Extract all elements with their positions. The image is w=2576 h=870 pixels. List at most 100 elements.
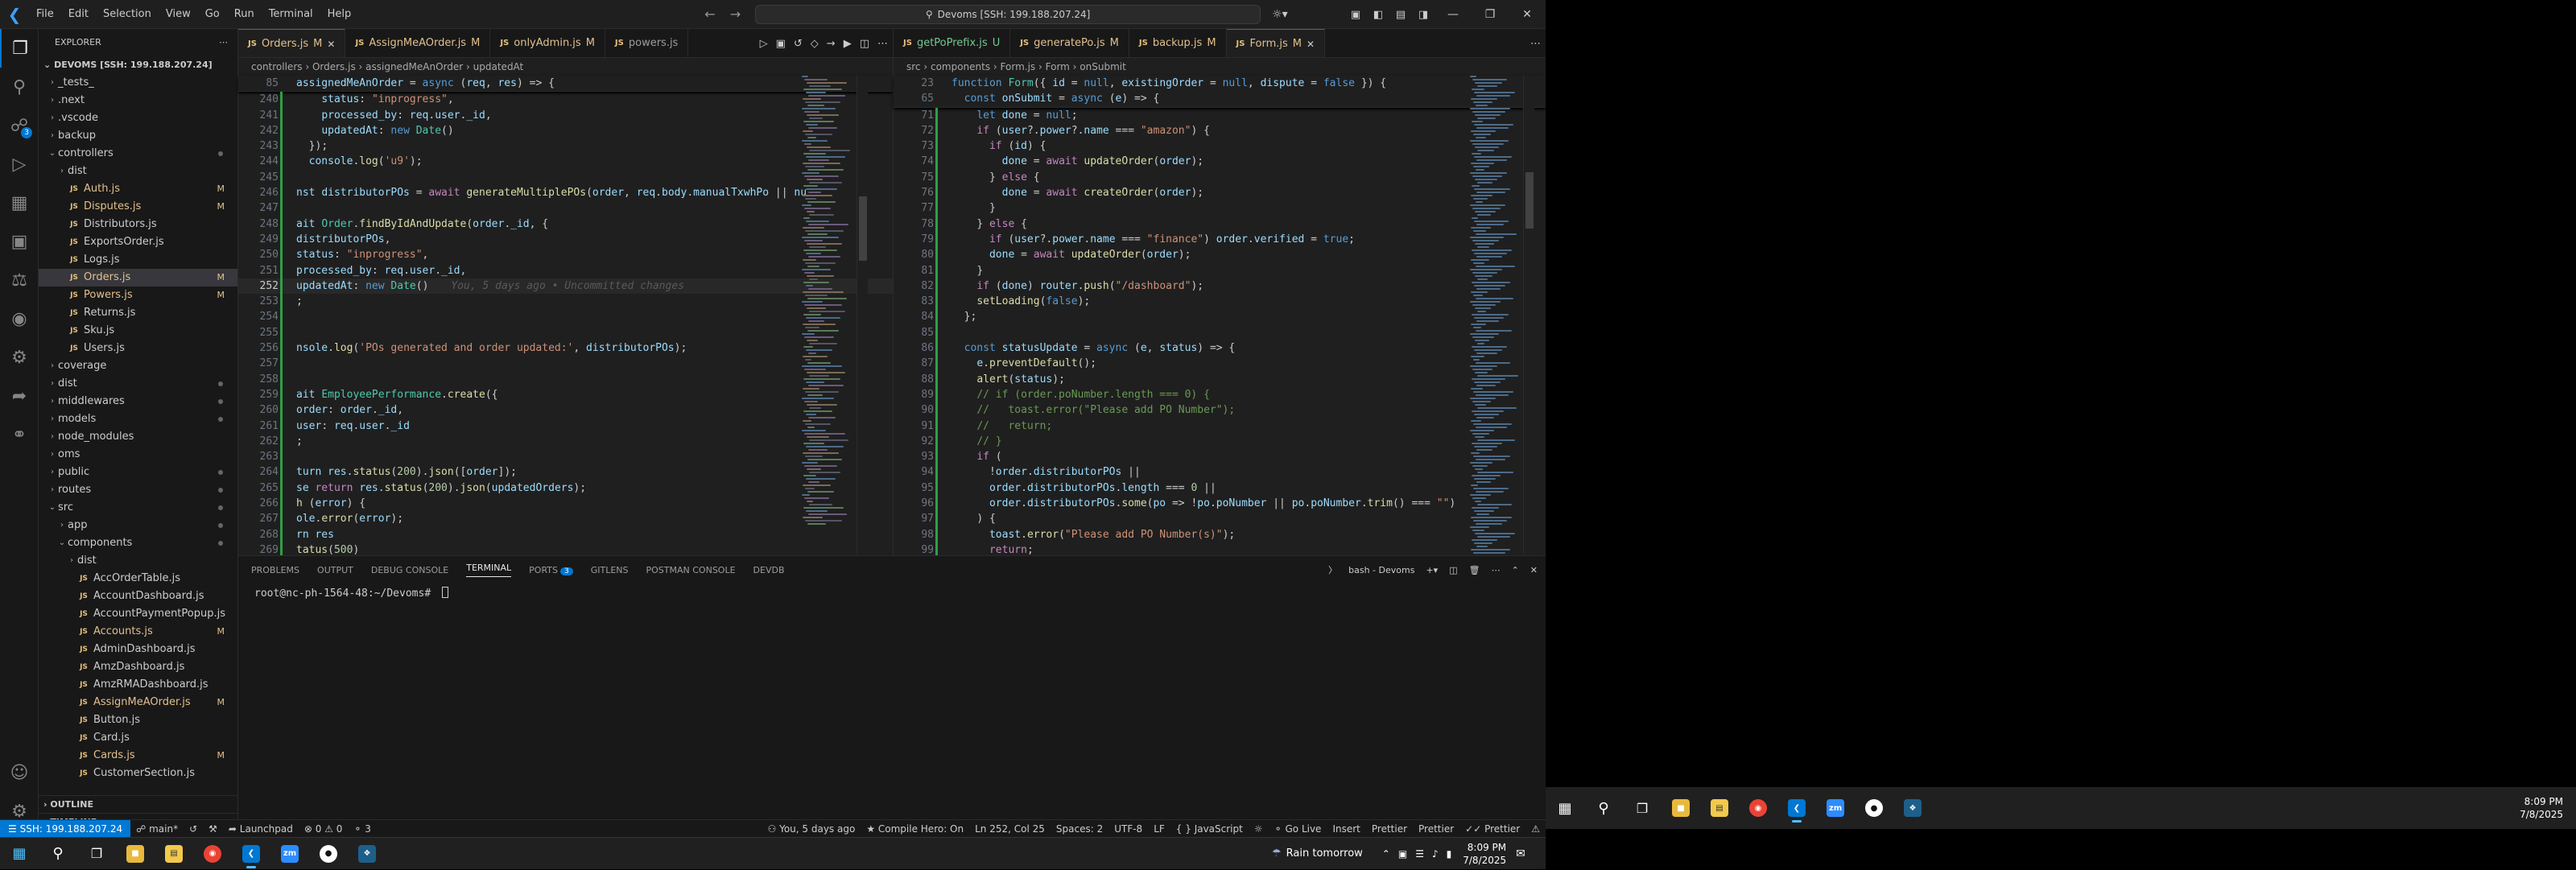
- menu-run[interactable]: Run: [227, 0, 262, 29]
- code-line[interactable]: 97 ) {: [894, 511, 1546, 527]
- close-window-icon[interactable]: ✕: [1509, 8, 1546, 21]
- code-line[interactable]: 87 e.preventDefault();: [894, 356, 1546, 372]
- kill-terminal-icon[interactable]: 🗑: [1469, 565, 1480, 575]
- prettier-1[interactable]: Prettier: [1366, 823, 1413, 835]
- panel-tab-devdb[interactable]: DEVDB: [753, 565, 785, 575]
- notification-center-icon[interactable]: ✉: [1516, 847, 1525, 860]
- editor-tab[interactable]: JS onlyAdmin.js M: [490, 29, 605, 57]
- tree-folder[interactable]: › oms: [39, 446, 237, 464]
- tree-file[interactable]: JS Disputes.js M: [39, 198, 237, 216]
- task-view-icon[interactable]: ❐: [77, 838, 116, 870]
- scrollbar-right[interactable]: [1523, 76, 1534, 555]
- code-line[interactable]: 91 // return;: [894, 418, 1546, 434]
- breadcrumb-item[interactable]: updatedAt: [473, 61, 524, 72]
- weather-widget[interactable]: ☂ Rain tomorrow: [1272, 847, 1363, 860]
- code-line[interactable]: 250 status: "inprogress",: [238, 247, 893, 263]
- panel-tab-output[interactable]: OUTPUT: [317, 565, 353, 575]
- editor-tab[interactable]: JS backup.js M: [1129, 29, 1227, 57]
- live-share-icon[interactable]: ➦: [0, 377, 39, 415]
- outline-section[interactable]: › OUTLINE: [39, 795, 237, 813]
- task-view-icon-secondary[interactable]: ❐: [1623, 792, 1662, 824]
- testing-icon[interactable]: ⚖: [0, 261, 39, 299]
- tree-folder[interactable]: ⌄ controllers: [39, 145, 237, 163]
- notifications-bell-icon[interactable]: ⚠: [1525, 823, 1546, 835]
- code-line[interactable]: 259 ait EmployeePerformance.create({: [238, 386, 893, 403]
- code-line[interactable]: 246 nst distributorPOs = await generateMu…: [238, 185, 893, 201]
- tree-folder[interactable]: › app: [39, 517, 237, 534]
- tree-folder[interactable]: › dist: [39, 375, 237, 393]
- code-line[interactable]: 80 done = await updateOrder(order);: [894, 247, 1546, 263]
- sticky-scroll[interactable]: 85 assignedMeAnOrder = async (req, res) =…: [238, 76, 893, 93]
- app2-icon-secondary[interactable]: ❖: [1893, 792, 1932, 824]
- code-line[interactable]: 75 } else {: [894, 169, 1546, 186]
- ports-indicator[interactable]: ⚬ 3: [348, 823, 377, 835]
- breadcrumb-item[interactable]: Orders.js: [312, 61, 356, 72]
- postman-icon[interactable]: ⚭: [0, 415, 39, 454]
- code-line[interactable]: 247: [238, 200, 893, 216]
- store-icon-secondary[interactable]: ▤: [1700, 792, 1739, 824]
- accounts-icon[interactable]: ☺: [0, 753, 39, 792]
- toggle-panel-icon[interactable]: ▤: [1389, 9, 1412, 21]
- tree-folder[interactable]: › node_modules: [39, 428, 237, 446]
- code-line[interactable]: 81 }: [894, 262, 1546, 278]
- split-terminal-icon[interactable]: ◫: [1449, 565, 1457, 575]
- code-line[interactable]: 98 toast.error("Please add PO Number(s)"…: [894, 526, 1546, 542]
- breadcrumb-item[interactable]: onSubmit: [1080, 61, 1126, 72]
- breadcrumb-item[interactable]: Form: [1046, 61, 1070, 72]
- search-view-icon[interactable]: ⚲: [0, 68, 39, 106]
- menu-view[interactable]: View: [159, 0, 198, 29]
- tree-folder[interactable]: › public: [39, 464, 237, 481]
- code-line[interactable]: 262;: [238, 433, 893, 450]
- code-line[interactable]: 264 turn res.status(200).json([order]);: [238, 464, 893, 480]
- wifi-icon[interactable]: ☰: [1415, 848, 1424, 860]
- diamond-icon[interactable]: ◇: [811, 38, 819, 50]
- panel-tab-gitlens[interactable]: GITLENS: [591, 565, 629, 575]
- volume-icon[interactable]: ♪: [1432, 848, 1439, 860]
- code-left[interactable]: 85 assignedMeAnOrder = async (req, res) =…: [238, 76, 893, 559]
- vscode-icon-secondary[interactable]: ❮: [1777, 792, 1816, 824]
- code-line[interactable]: 86 const statusUpdate = async (e, status…: [894, 340, 1546, 357]
- code-line[interactable]: 85: [894, 324, 1546, 341]
- run-icon[interactable]: ▷: [760, 38, 768, 50]
- breadcrumb-item[interactable]: Form.js: [1001, 61, 1036, 72]
- panel-tab-problems[interactable]: PROBLEMS: [251, 565, 299, 575]
- app-icon-secondary[interactable]: ●: [1855, 792, 1893, 824]
- code-line[interactable]: 258: [238, 371, 893, 387]
- new-terminal-icon[interactable]: +▾: [1426, 565, 1438, 575]
- tree-file[interactable]: JS Sku.js: [39, 322, 237, 340]
- tree-folder[interactable]: ⌄ src: [39, 499, 237, 517]
- blame-indicator[interactable]: ⚇ You, 5 days ago: [762, 823, 861, 835]
- tree-file[interactable]: JS Cards.js M: [39, 747, 237, 765]
- code-line[interactable]: 249 distributorPOs,: [238, 231, 893, 248]
- explorer-icon[interactable]: ❐: [0, 29, 39, 68]
- vscode-taskbar-icon[interactable]: ❮: [232, 838, 270, 870]
- tree-file[interactable]: JS Button.js: [39, 711, 237, 729]
- code-line[interactable]: 92 // }: [894, 433, 1546, 450]
- code-line[interactable]: 79 if (user?.power.name === "finance") o…: [894, 231, 1546, 248]
- tree-file[interactable]: JS AmzRMADashboard.js: [39, 676, 237, 694]
- branch-indicator[interactable]: ☍ main*: [130, 823, 184, 835]
- run-debug-icon[interactable]: ▷: [0, 145, 39, 183]
- tree-file[interactable]: JS CustomerSection.js: [39, 765, 237, 782]
- code-line[interactable]: 94 !order.distributorPOs ||: [894, 464, 1546, 480]
- scrollbar-left[interactable]: [857, 76, 868, 555]
- tree-file[interactable]: JS Auth.js M: [39, 180, 237, 198]
- zoom-icon[interactable]: zm: [270, 838, 309, 870]
- code-line[interactable]: 83 setLoading(false);: [894, 294, 1546, 310]
- tree-folder[interactable]: › backup: [39, 127, 237, 145]
- code-line[interactable]: 265 se return res.status(200).json(update…: [238, 480, 893, 497]
- tree-file[interactable]: JS Distributors.js: [39, 216, 237, 233]
- code-line[interactable]: 261 user: req.user._id: [238, 418, 893, 434]
- remote-indicator[interactable]: ☰ SSH: 199.188.207.24: [0, 819, 131, 838]
- code-line[interactable]: 240 status: "inprogress",: [238, 92, 893, 108]
- eol[interactable]: LF: [1148, 823, 1170, 835]
- compile-hero-indicator[interactable]: ★ Compile Hero: On: [861, 823, 969, 835]
- tree-folder[interactable]: › _tests_: [39, 74, 237, 92]
- close-tab-icon[interactable]: ✕: [327, 30, 335, 58]
- chrome-icon[interactable]: ◉: [193, 838, 232, 870]
- tree-file[interactable]: JS Card.js: [39, 729, 237, 747]
- code-line[interactable]: 77 }: [894, 200, 1546, 216]
- sticky-line[interactable]: 65 const onSubmit = async (e) => {: [894, 91, 1546, 106]
- breadcrumb-item[interactable]: components: [931, 61, 990, 72]
- tree-folder[interactable]: › models: [39, 410, 237, 428]
